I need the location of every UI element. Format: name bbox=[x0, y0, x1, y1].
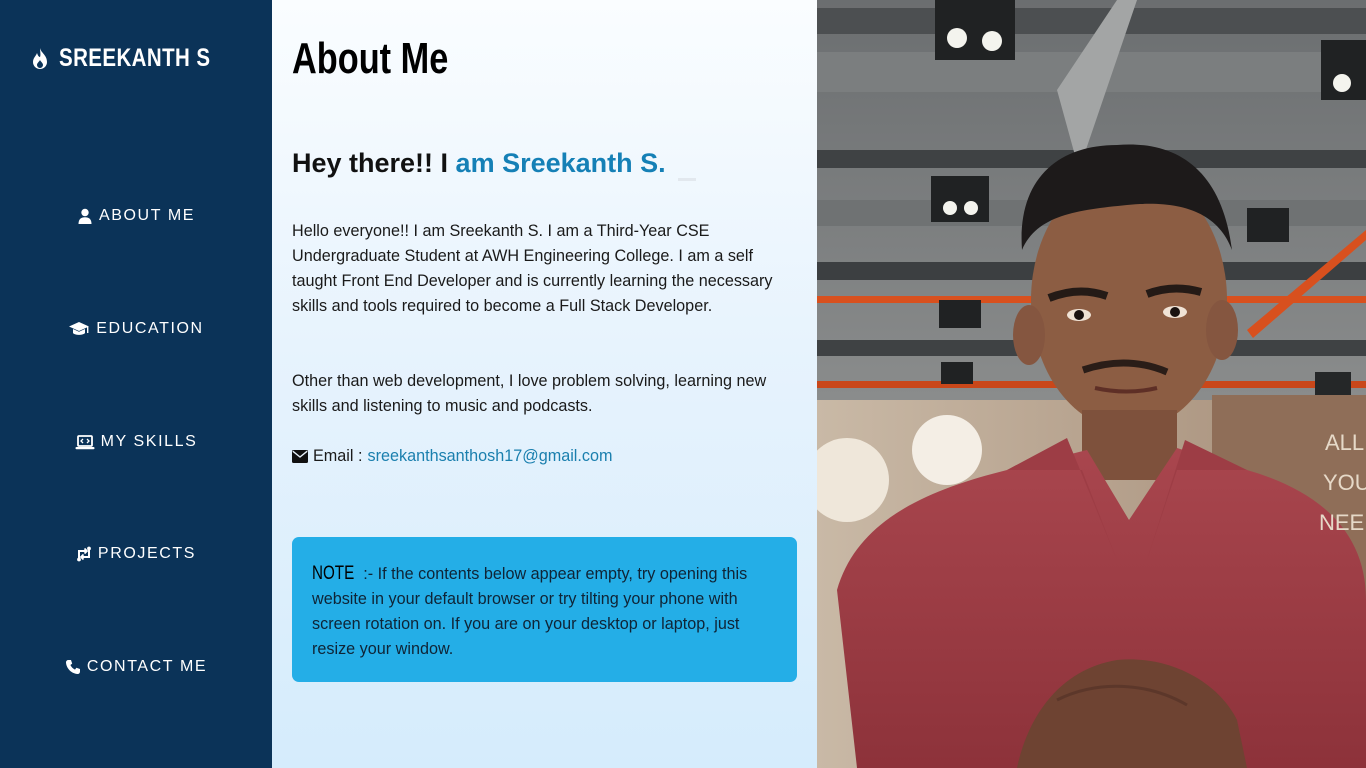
sidebar: SREEKANTH S ABOUT ME EDUCATION MY SKILLS… bbox=[0, 0, 272, 768]
nav-item-about-me[interactable]: ABOUT ME bbox=[0, 196, 272, 236]
email-link[interactable]: sreekanthsanthosh17@gmail.com bbox=[367, 447, 612, 466]
phone-icon bbox=[65, 659, 81, 675]
profile-photo: ALL YOU NEED bbox=[817, 0, 1366, 768]
nav-label: MY SKILLS bbox=[100, 433, 198, 450]
graduation-cap-icon bbox=[68, 321, 90, 337]
laptop-code-icon bbox=[75, 434, 95, 450]
intro-paragraph: Hello everyone!! I am Sreekanth S. I am … bbox=[292, 222, 773, 315]
profile-photo-illustration: ALL YOU NEED bbox=[817, 0, 1366, 768]
wall-text-1: ALL bbox=[1325, 430, 1364, 455]
nav-label: PROJECTS bbox=[97, 545, 197, 562]
brand-name: SREEKANTH S bbox=[58, 44, 211, 72]
greeting-prefix: Hey there!! I bbox=[292, 148, 449, 178]
nav-item-education[interactable]: EDUCATION bbox=[0, 309, 272, 349]
user-icon bbox=[77, 208, 93, 224]
note-text: :- If the contents below appear empty, t… bbox=[312, 565, 748, 658]
wall-text-2: YOU bbox=[1323, 470, 1366, 495]
brand[interactable]: SREEKANTH S bbox=[0, 44, 272, 73]
about-me-section: About Me Hey there!! I am Sreekanth S. H… bbox=[272, 0, 817, 768]
note-label: NOTE bbox=[312, 563, 355, 584]
project-diagram-icon bbox=[76, 546, 92, 562]
greeting-typed-name: am Sreekanth S. bbox=[448, 148, 666, 178]
note-box: NOTE :- If the contents below appear emp… bbox=[292, 537, 797, 682]
email-row: Email : sreekanthsanthosh17@gmail.com bbox=[292, 444, 612, 469]
nav-item-contact-me[interactable]: CONTACT ME bbox=[0, 647, 272, 687]
email-label: Email : bbox=[313, 447, 363, 465]
fire-icon bbox=[29, 47, 51, 71]
nav-item-my-skills[interactable]: MY SKILLS bbox=[0, 422, 272, 462]
hobbies-paragraph: Other than web development, I love probl… bbox=[292, 372, 767, 415]
typing-cursor bbox=[678, 178, 696, 181]
greeting-heading: Hey there!! I am Sreekanth S. bbox=[292, 148, 666, 179]
nav-label: EDUCATION bbox=[96, 320, 204, 337]
nav-item-projects[interactable]: PROJECTS bbox=[0, 534, 272, 574]
nav-label: ABOUT ME bbox=[98, 207, 196, 224]
wall-text-3: NEED bbox=[1319, 510, 1366, 535]
envelope-icon bbox=[292, 450, 308, 463]
page-title: About Me bbox=[292, 34, 449, 83]
nav-label: CONTACT ME bbox=[86, 658, 208, 675]
